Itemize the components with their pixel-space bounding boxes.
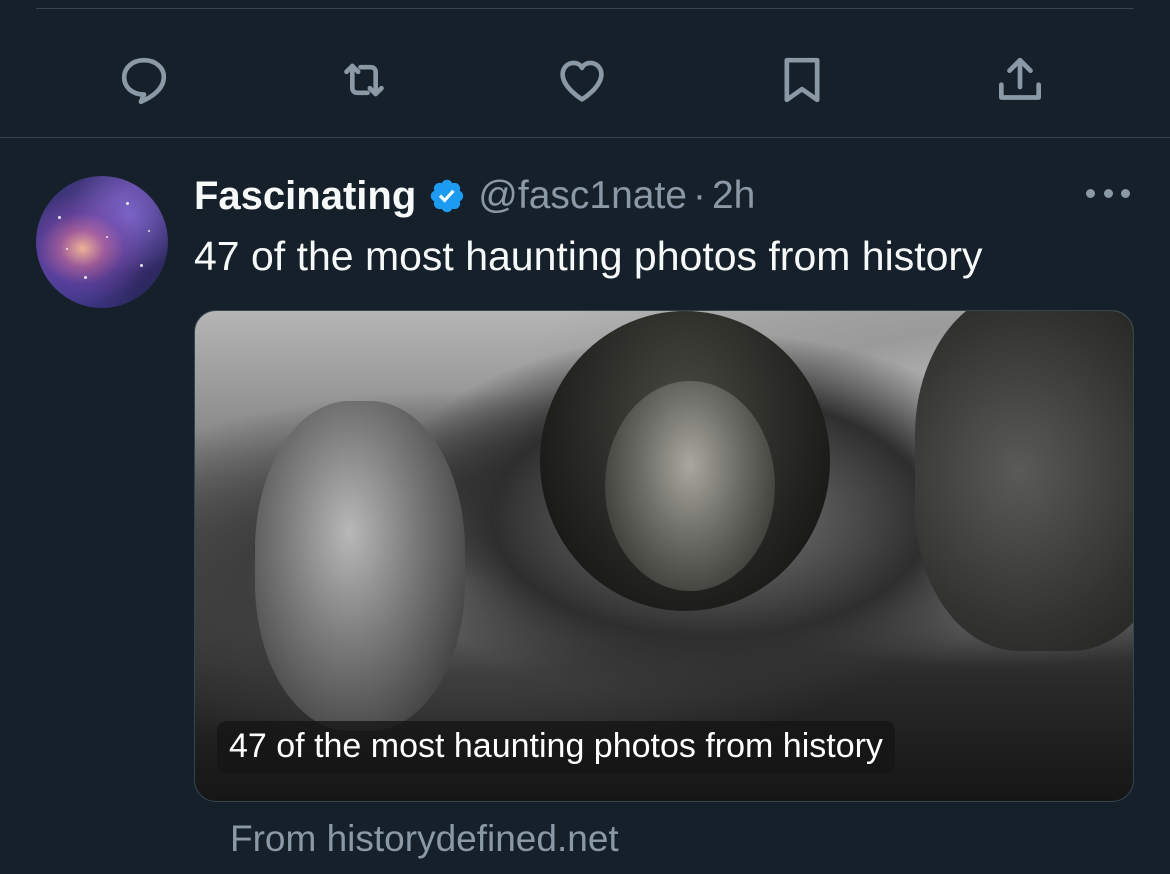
tweet[interactable]: Fascinating @fasc1nate · 2h 47 of the mo… <box>0 138 1170 874</box>
dot-icon <box>1121 188 1130 198</box>
separator-dot: · <box>692 174 706 217</box>
retweet-arrows-icon <box>344 63 384 97</box>
card-source[interactable]: From historydefined.net <box>230 816 619 862</box>
link-card[interactable]: 47 of the most haunting photos from hist… <box>194 310 1134 802</box>
dot-icon <box>1103 188 1113 198</box>
photo-face <box>605 381 775 591</box>
like-button[interactable] <box>542 40 622 120</box>
timestamp[interactable]: 2h <box>712 174 755 218</box>
bookmark-button[interactable] <box>762 40 842 120</box>
heart-icon <box>560 60 604 102</box>
card-image-caption: 47 of the most haunting photos from hist… <box>217 721 895 773</box>
display-name[interactable]: Fascinating <box>194 174 416 219</box>
share-button[interactable] <box>980 40 1060 120</box>
top-divider <box>36 8 1134 9</box>
tweet-text: 47 of the most haunting photos from hist… <box>194 233 983 279</box>
retweet-button[interactable] <box>324 40 404 120</box>
speech-bubble-icon <box>121 57 167 105</box>
verified-badge-icon <box>431 179 464 213</box>
avatar[interactable] <box>36 176 168 308</box>
tweet-header: Fascinating @fasc1nate · 2h <box>194 170 755 222</box>
photo-shoulder <box>915 311 1133 651</box>
share-upload-icon <box>999 57 1041 100</box>
handle[interactable]: @fasc1nate <box>478 174 687 218</box>
more-options-button[interactable] <box>1086 178 1130 208</box>
dot-icon <box>1086 188 1095 198</box>
tweet-action-bar <box>0 40 1170 120</box>
photo-arm <box>255 401 465 731</box>
bookmark-icon <box>784 57 820 103</box>
reply-button[interactable] <box>104 40 184 120</box>
